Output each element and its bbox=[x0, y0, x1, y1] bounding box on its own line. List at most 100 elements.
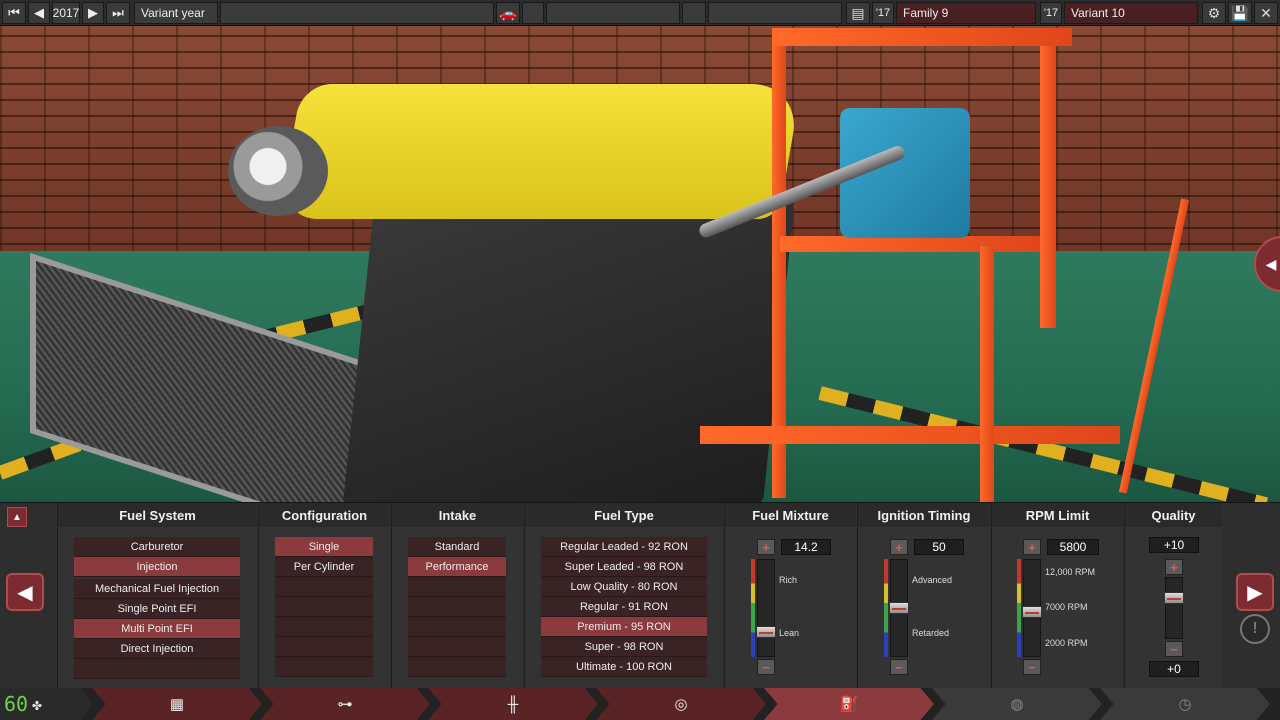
lean-label: Lean bbox=[779, 628, 800, 638]
column-title: Fuel Mixture bbox=[725, 503, 856, 527]
nav-tab-turbo[interactable]: ◎ bbox=[596, 688, 766, 720]
prev-year-button[interactable]: ◀ bbox=[28, 2, 50, 24]
year-display: 2017 bbox=[52, 2, 80, 24]
nav-tab-crank[interactable]: ⊶ bbox=[260, 688, 430, 720]
fuel-mixture-column: Fuel Mixture + 14.2 Rich Lean − bbox=[724, 503, 856, 689]
fuel-system-column: Fuel System Carburetor Injection Mechanic… bbox=[57, 503, 257, 689]
fuel-type-option[interactable]: Premium - 95 RON bbox=[541, 617, 707, 637]
fuel-mixture-increase-button[interactable]: + bbox=[757, 539, 775, 555]
next-year-button[interactable]: ▶ bbox=[82, 2, 104, 24]
arrow-left-icon: ◀ bbox=[17, 581, 33, 604]
blank-field bbox=[546, 2, 680, 24]
fuel-type-option[interactable]: Super - 98 RON bbox=[541, 637, 707, 657]
save-button[interactable]: 💾 bbox=[1228, 2, 1252, 24]
last-year-button[interactable]: ⏭ bbox=[106, 2, 130, 24]
configuration-column: Configuration Single Per Cylinder bbox=[258, 503, 390, 689]
family-name-field[interactable]: Family 9 bbox=[896, 2, 1036, 24]
column-title: Intake bbox=[392, 503, 523, 527]
dyno-frame bbox=[980, 246, 994, 502]
rpm-scale-label: 2000 RPM bbox=[1045, 638, 1088, 648]
fuel-type-option[interactable]: Ultimate - 100 RON bbox=[541, 657, 707, 677]
rpm-limit-slider-thumb[interactable] bbox=[1022, 606, 1042, 619]
variant-year-short: '17 bbox=[1040, 2, 1062, 24]
injection-type-option[interactable]: Multi Point EFI bbox=[74, 619, 240, 639]
fuel-mixture-decrease-button[interactable]: − bbox=[757, 659, 775, 675]
fuel-mixture-slider-thumb[interactable] bbox=[756, 626, 776, 639]
nav-tab-test[interactable]: ◷ bbox=[1100, 688, 1270, 720]
first-year-button[interactable]: ⏮ bbox=[2, 2, 26, 24]
fuel-icon: ⛽ bbox=[839, 696, 859, 713]
injection-type-option[interactable]: Mechanical Fuel Injection bbox=[74, 579, 240, 599]
fuel-system-option[interactable]: Injection bbox=[74, 557, 240, 577]
next-section-button[interactable]: ▶ bbox=[1236, 573, 1274, 611]
intake-option bbox=[408, 657, 506, 677]
nav-tab-fuel[interactable]: ⛽ bbox=[764, 688, 934, 720]
plus-icon: + bbox=[762, 539, 770, 555]
fast-forward-icon: ⏭ bbox=[112, 5, 124, 20]
column-title: Ignition Timing bbox=[858, 503, 990, 527]
fuel-mixture-value: 14.2 bbox=[781, 539, 831, 555]
info-button[interactable]: ! bbox=[1240, 614, 1270, 644]
blank-field bbox=[708, 2, 842, 24]
intake-option[interactable]: Performance bbox=[408, 557, 506, 577]
configuration-option[interactable]: Single bbox=[275, 537, 373, 557]
configuration-option bbox=[275, 597, 373, 617]
quality-slider-thumb[interactable] bbox=[1164, 592, 1184, 604]
quality-max-value: +10 bbox=[1149, 537, 1199, 553]
arrow-right-icon: ▶ bbox=[1247, 581, 1263, 604]
minus-icon: − bbox=[762, 659, 770, 675]
engine-list-button[interactable]: ▤ bbox=[846, 2, 870, 24]
ignition-timing-column: Ignition Timing + 50 Advanced Retarded − bbox=[857, 503, 990, 689]
variant-name-field[interactable]: Variant 10 bbox=[1064, 2, 1198, 24]
fuel-system-option[interactable]: Carburetor bbox=[74, 537, 240, 557]
fuel-type-list: Regular Leaded - 92 RON Super Leaded - 98… bbox=[541, 537, 707, 677]
settings-button[interactable]: ⚙ bbox=[1202, 2, 1226, 24]
close-button[interactable]: ✕ bbox=[1254, 2, 1278, 24]
configuration-option[interactable]: Per Cylinder bbox=[275, 557, 373, 577]
test-icon: ◷ bbox=[1178, 696, 1192, 713]
fuel-type-option[interactable]: Regular Leaded - 92 RON bbox=[541, 537, 707, 557]
prev-section-button[interactable]: ◀ bbox=[6, 573, 44, 611]
ignition-increase-button[interactable]: + bbox=[890, 539, 908, 555]
rpm-decrease-button[interactable]: − bbox=[1023, 659, 1041, 675]
minus-icon: − bbox=[1170, 641, 1178, 657]
intake-option bbox=[408, 597, 506, 617]
quality-decrease-button[interactable]: − bbox=[1165, 641, 1183, 657]
blank-button[interactable] bbox=[522, 2, 544, 24]
quality-track[interactable] bbox=[1165, 577, 1183, 639]
fuel-type-option[interactable]: Super Leaded - 98 RON bbox=[541, 557, 707, 577]
configuration-option bbox=[275, 577, 373, 597]
fps-value: 60 bbox=[4, 692, 29, 716]
quality-increase-button[interactable]: + bbox=[1165, 559, 1183, 575]
injection-type-option[interactable]: Direct Injection bbox=[74, 639, 240, 659]
fuel-type-option[interactable]: Low Quality - 80 RON bbox=[541, 577, 707, 597]
prev-icon: ◀ bbox=[34, 5, 44, 20]
nav-tab-head[interactable]: ╫ bbox=[428, 688, 598, 720]
minus-icon: − bbox=[895, 659, 903, 675]
exclamation-icon: ! bbox=[1252, 620, 1258, 637]
plus-icon: + bbox=[1028, 539, 1036, 555]
intake-option bbox=[408, 577, 506, 597]
intake-option[interactable]: Standard bbox=[408, 537, 506, 557]
fuel-type-option[interactable]: Regular - 91 RON bbox=[541, 597, 707, 617]
rewind-icon: ⏮ bbox=[8, 5, 20, 20]
engine-viewport[interactable] bbox=[0, 26, 1280, 502]
rpm-increase-button[interactable]: + bbox=[1023, 539, 1041, 555]
fuel-mixture-track[interactable] bbox=[757, 559, 775, 657]
nav-tab-exhaust[interactable]: ◍ bbox=[932, 688, 1102, 720]
dyno-frame bbox=[1040, 28, 1056, 328]
advanced-label: Advanced bbox=[912, 575, 953, 585]
collapse-panel-button[interactable]: ▲ bbox=[7, 507, 27, 527]
nav-tab-block[interactable]: ▦ bbox=[92, 688, 262, 720]
plus-icon: + bbox=[895, 539, 903, 555]
rpm-color-scale bbox=[1017, 559, 1021, 657]
rpm-limit-column: RPM Limit + 5800 12,000 RPM 7000 RPM 200… bbox=[991, 503, 1123, 689]
configuration-option bbox=[275, 657, 373, 677]
rpm-scale-label: 7000 RPM bbox=[1045, 602, 1088, 612]
blank-button[interactable] bbox=[682, 2, 706, 24]
minus-icon: − bbox=[1028, 659, 1036, 675]
ignition-timing-slider-thumb[interactable] bbox=[889, 602, 909, 614]
ignition-decrease-button[interactable]: − bbox=[890, 659, 908, 675]
car-button[interactable]: 🚗 bbox=[496, 2, 520, 24]
injection-type-option[interactable]: Single Point EFI bbox=[74, 599, 240, 619]
